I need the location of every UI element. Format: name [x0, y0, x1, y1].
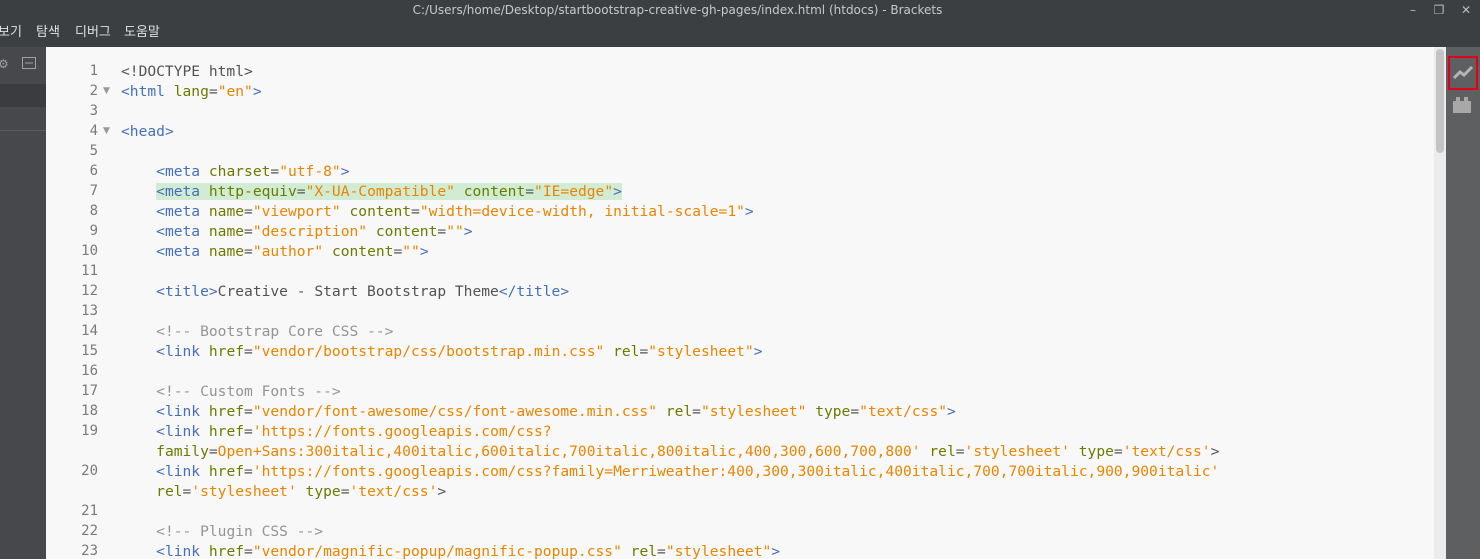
code-line[interactable]: rel='stylesheet' type='text/css'>	[121, 483, 446, 500]
window-title: C:/Users/home/Desktop/startbootstrap-cre…	[412, 3, 943, 17]
fold-toggle-icon[interactable]: ▼	[103, 126, 110, 136]
menu-bar: 보기 탐색 디버그 도움말	[0, 20, 1480, 47]
extension-manager-icon	[1453, 97, 1471, 113]
menu-debug[interactable]: 디버그	[75, 21, 111, 40]
live-preview-button[interactable]	[1448, 56, 1478, 90]
code-line[interactable]: <link href='https://fonts.googleapis.com…	[121, 463, 1219, 480]
line-number: 5	[89, 143, 98, 159]
line-number: 10	[81, 243, 98, 259]
split-view-icon[interactable]	[22, 57, 36, 72]
line-number: 3	[89, 103, 98, 119]
line-number: 13	[81, 303, 98, 319]
gear-icon[interactable]: ⚙	[0, 57, 9, 71]
line-number: 2	[89, 83, 98, 99]
code-editor[interactable]: 1 2 ▼ 3 4 ▼ 5 6 7 8 9 10 11 12 13 14 15 16 17 18 19 20 21 22 23 …	[46, 47, 1446, 559]
restore-button[interactable]: ❐	[1431, 2, 1447, 18]
menu-help[interactable]: 도움말	[124, 21, 160, 40]
sidebar-divider	[0, 130, 46, 131]
line-number: 14	[81, 323, 98, 339]
sidebar: ⚙	[0, 47, 46, 559]
line-number: 11	[81, 263, 98, 279]
code-line[interactable]: <link href='https://fonts.googleapis.com…	[121, 423, 551, 440]
line-number: 16	[81, 363, 98, 379]
code-line[interactable]: <!-- Bootstrap Core CSS -->	[121, 323, 393, 340]
line-number: 17	[81, 383, 98, 399]
minimize-button[interactable]: –	[1405, 2, 1421, 18]
menu-navigate[interactable]: 탐색	[36, 21, 60, 40]
line-number: 23	[81, 543, 98, 559]
vertical-scrollbar-thumb[interactable]	[1436, 49, 1444, 153]
code-line[interactable]: <meta name="description" content="">	[121, 223, 472, 240]
code-line[interactable]: <!DOCTYPE html>	[121, 63, 253, 80]
line-number-gutter: 1 2 ▼ 3 4 ▼ 5 6 7 8 9 10 11 12 13 14 15 16 17 18 19 20 21 22 23	[46, 47, 112, 559]
line-number: 7	[89, 183, 98, 199]
code-line[interactable]: <head>	[121, 123, 174, 140]
line-number: 8	[89, 203, 98, 219]
live-preview-icon	[1452, 65, 1474, 80]
code-line[interactable]: <link href="vendor/font-awesome/css/font…	[121, 403, 956, 420]
line-number: 9	[89, 223, 98, 239]
sidebar-file-row[interactable]	[0, 84, 46, 107]
main-toolbar	[1446, 47, 1480, 559]
code-line[interactable]: <meta http-equiv="X-UA-Compatible" conte…	[121, 183, 622, 200]
code-line[interactable]: <meta name="viewport" content="width=dev…	[121, 203, 754, 220]
line-number: 20	[81, 463, 98, 479]
code-line[interactable]: family=Open+Sans:300italic,400italic,600…	[121, 443, 1219, 460]
line-number: 22	[81, 523, 98, 539]
menu-view[interactable]: 보기	[0, 21, 22, 40]
code-line[interactable]: <link href="vendor/magnific-popup/magnif…	[121, 543, 780, 559]
line-number: 21	[81, 503, 98, 519]
code-line[interactable]: <meta name="author" content="">	[121, 243, 428, 260]
close-button[interactable]: ✕	[1458, 2, 1474, 18]
fold-toggle-icon[interactable]: ▼	[103, 86, 110, 96]
title-bar: C:/Users/home/Desktop/startbootstrap-cre…	[0, 0, 1480, 20]
code-line[interactable]: <!-- Custom Fonts -->	[121, 383, 341, 400]
code-line[interactable]: <!-- Plugin CSS -->	[121, 523, 323, 540]
extension-manager-button[interactable]	[1452, 96, 1474, 114]
code-line[interactable]: <meta charset="utf-8">	[121, 163, 349, 180]
line-number: 4	[89, 123, 98, 139]
code-line[interactable]: <link href="vendor/bootstrap/css/bootstr…	[121, 343, 762, 360]
line-number: 19	[81, 423, 98, 439]
code-line[interactable]: <title>Creative - Start Bootstrap Theme<…	[121, 283, 569, 300]
code-line[interactable]: <html lang="en">	[121, 83, 262, 100]
line-number: 12	[81, 283, 98, 299]
line-number: 6	[89, 163, 98, 179]
line-number: 15	[81, 343, 98, 359]
line-number: 1	[89, 63, 98, 79]
line-number: 18	[81, 403, 98, 419]
